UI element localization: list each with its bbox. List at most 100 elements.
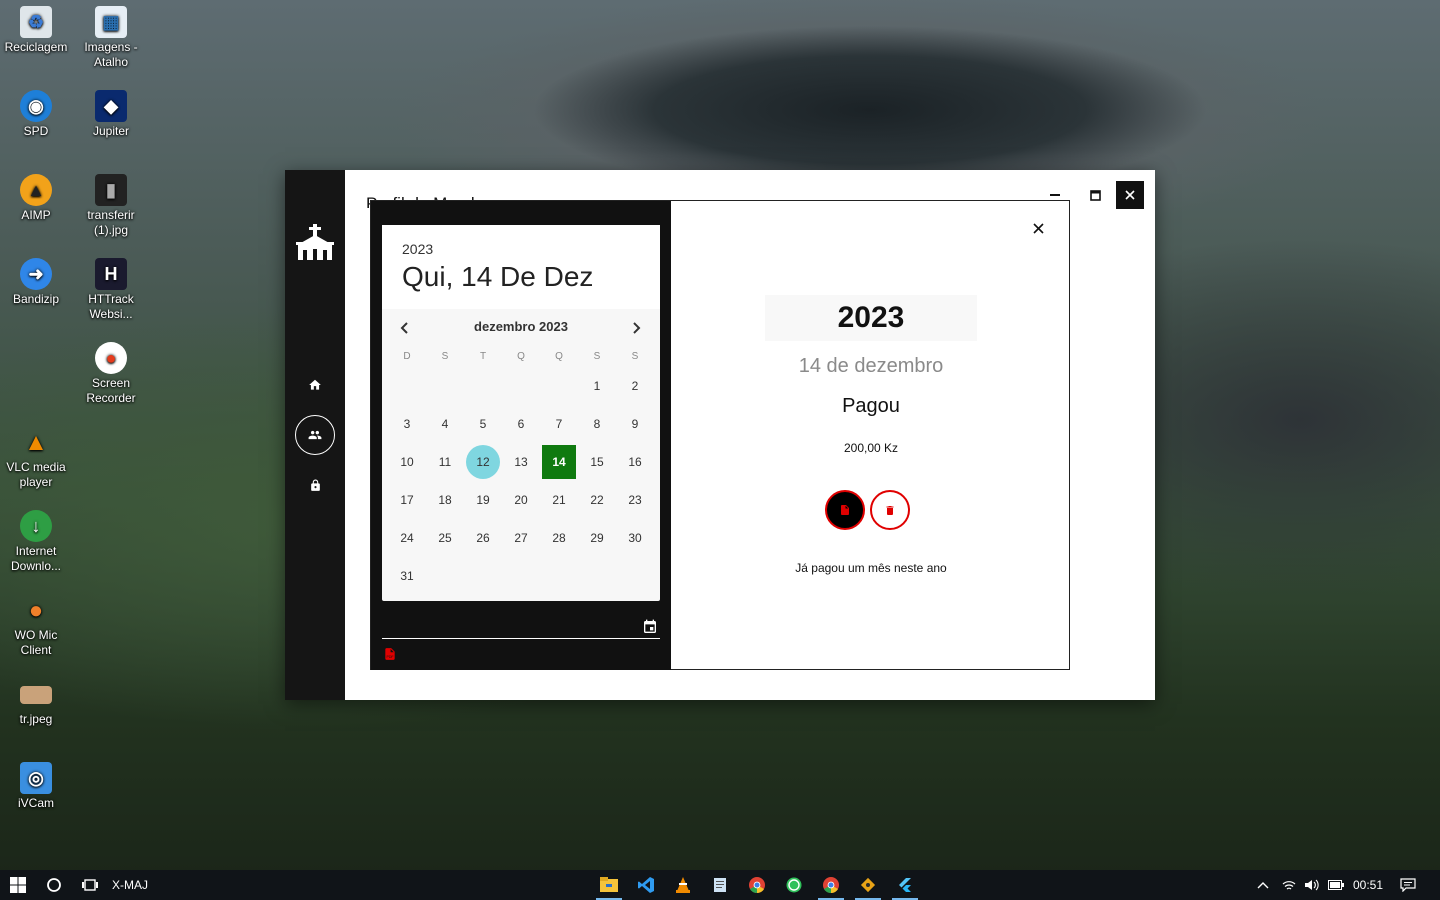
aimp-icon: ▲ xyxy=(20,174,52,206)
detail-message: Já pagou um mês neste ano xyxy=(795,561,947,575)
task-view-button[interactable] xyxy=(74,870,106,900)
taskbar-app-vlc[interactable] xyxy=(666,870,700,900)
taskbar-app-file-explorer[interactable] xyxy=(592,870,626,900)
calendar-day[interactable]: 17 xyxy=(390,483,424,517)
desktop-icon-images[interactable]: ▦ Imagens - Atalho xyxy=(73,6,149,70)
desktop-icon-vlc[interactable]: ▲ VLC media player xyxy=(0,426,74,490)
desktop-icon-label: Imagens - Atalho xyxy=(84,40,138,69)
calendar-day[interactable]: 10 xyxy=(390,445,424,479)
windows-icon xyxy=(10,877,26,893)
calendar-day[interactable]: 24 xyxy=(390,521,424,555)
calendar-day[interactable]: 4 xyxy=(428,407,462,441)
desktop-icon-jupiter[interactable]: ◆ Jupiter xyxy=(73,90,149,139)
detail-amount: 200,00 Kz xyxy=(843,441,899,455)
jupiter-icon: ◆ xyxy=(95,90,127,122)
desktop-icon-bandizip[interactable]: ➜ Bandizip xyxy=(0,258,74,307)
chevron-up-icon xyxy=(1257,882,1269,889)
calendar-weekday: S xyxy=(441,351,449,362)
notification-icon xyxy=(1400,878,1416,892)
detail-year: 2023 xyxy=(765,295,977,341)
battery-icon xyxy=(1328,880,1344,890)
nav-home-button[interactable] xyxy=(295,365,335,405)
close-window-button[interactable] xyxy=(1116,181,1144,209)
calendar-day[interactable]: 12 xyxy=(466,445,500,479)
desktop-icon-ivcam[interactable]: ◎ iVCam xyxy=(0,762,74,811)
taskbar-app-vscode[interactable] xyxy=(629,870,663,900)
calendar-day[interactable]: 22 xyxy=(580,483,614,517)
date-picker-panel: 2023 Qui, 14 De Dez dezembro 2023 DSTQQS… xyxy=(371,201,671,670)
clock[interactable]: 00:51 xyxy=(1348,870,1388,900)
calendar-icon[interactable] xyxy=(642,619,658,635)
calendar-day[interactable]: 6 xyxy=(504,407,538,441)
calendar-day[interactable]: 28 xyxy=(542,521,576,555)
desktop-icon-label: iVCam xyxy=(17,796,54,810)
calendar-day[interactable]: 26 xyxy=(466,521,500,555)
search-button[interactable] xyxy=(38,870,70,900)
desktop-icon-tr-jpeg[interactable]: tr.jpeg xyxy=(0,678,74,727)
desktop-icon-httrack[interactable]: H HTTrack Websi... xyxy=(73,258,149,322)
calendar-day[interactable]: 7 xyxy=(542,407,576,441)
desktop-icon-screen-recorder[interactable]: ● Screen Recorder xyxy=(73,342,149,406)
taskbar-app-whatsapp[interactable] xyxy=(777,870,811,900)
calendar-day[interactable]: 3 xyxy=(390,407,424,441)
calendar-day[interactable]: 16 xyxy=(618,445,652,479)
show-hidden-icons-button[interactable] xyxy=(1252,870,1274,900)
next-month-button[interactable] xyxy=(626,317,648,339)
calendar-day[interactable]: 13 xyxy=(504,445,538,479)
desktop-icon-aimp[interactable]: ▲ AIMP xyxy=(0,174,74,223)
desktop-icon-label: Bandizip xyxy=(12,292,60,306)
delete-button[interactable] xyxy=(870,490,910,530)
desktop-icon-transferir[interactable]: ▮ transferir (1).jpg xyxy=(73,174,149,238)
taskbar: X-MAJ 00:51 xyxy=(0,870,1440,900)
calendar-day[interactable]: 8 xyxy=(580,407,614,441)
calendar-day[interactable]: 30 xyxy=(618,521,652,555)
calendar-day[interactable]: 27 xyxy=(504,521,538,555)
maximize-button[interactable] xyxy=(1081,181,1109,209)
desktop-icon-label: WO Mic Client xyxy=(14,628,58,657)
calendar-weekday: D xyxy=(403,351,411,362)
calendar-day[interactable]: 21 xyxy=(542,483,576,517)
calendar-day[interactable]: 25 xyxy=(428,521,462,555)
calendar-day[interactable]: 20 xyxy=(504,483,538,517)
nav-members-button[interactable] xyxy=(295,415,335,455)
desktop-icon-idm[interactable]: ↓ Internet Downlo... xyxy=(0,510,74,574)
wo-mic-icon: ● xyxy=(28,596,44,624)
pdf-file-icon[interactable]: PDF xyxy=(383,646,397,662)
calendar-day[interactable]: 5 xyxy=(466,407,500,441)
calendar-day[interactable]: 31 xyxy=(390,559,424,593)
taskbar-app-chrome-2[interactable] xyxy=(814,870,848,900)
network-button[interactable] xyxy=(1278,870,1300,900)
calendar-day[interactable]: 15 xyxy=(580,445,614,479)
notifications-button[interactable] xyxy=(1394,870,1422,900)
battery-button[interactable] xyxy=(1325,870,1347,900)
calendar-day[interactable]: 1 xyxy=(580,369,614,403)
desktop-icon-label: Reciclagem xyxy=(4,40,68,54)
generate-pdf-button[interactable] xyxy=(825,490,865,530)
desktop-icon-recycle-bin[interactable]: ♻ Reciclagem xyxy=(0,6,74,55)
calendar-year[interactable]: 2023 xyxy=(402,241,433,257)
taskbar-app-git[interactable] xyxy=(851,870,885,900)
taskbar-app-flutter[interactable] xyxy=(888,870,922,900)
taskbar-app-notepad[interactable] xyxy=(703,870,737,900)
nav-lock-button[interactable] xyxy=(295,465,335,505)
taskbar-label[interactable]: X-MAJ xyxy=(110,870,150,900)
calendar-day[interactable]: 14 xyxy=(542,445,576,479)
close-dialog-button[interactable] xyxy=(1027,217,1049,239)
taskbar-app-chrome[interactable] xyxy=(740,870,774,900)
calendar-day[interactable]: 2 xyxy=(618,369,652,403)
calendar-selected-date: Qui, 14 De Dez xyxy=(402,261,594,292)
calendar-day[interactable]: 9 xyxy=(618,407,652,441)
calendar-day[interactable]: 29 xyxy=(580,521,614,555)
calendar-month-label[interactable]: dezembro 2023 xyxy=(382,319,660,334)
volume-button[interactable] xyxy=(1301,870,1323,900)
desktop-icon-spd[interactable]: ◉ SPD xyxy=(0,90,74,139)
desktop-icon-wo-mic[interactable]: ● WO Mic Client xyxy=(0,594,74,658)
calendar-day[interactable]: 18 xyxy=(428,483,462,517)
start-button[interactable] xyxy=(0,870,36,900)
chevron-right-icon xyxy=(633,322,641,334)
calendar-day[interactable]: 19 xyxy=(466,483,500,517)
people-icon xyxy=(308,430,322,440)
calendar-day[interactable]: 23 xyxy=(618,483,652,517)
calendar-day[interactable]: 11 xyxy=(428,445,462,479)
vlc-icon: ▲ xyxy=(24,428,48,456)
